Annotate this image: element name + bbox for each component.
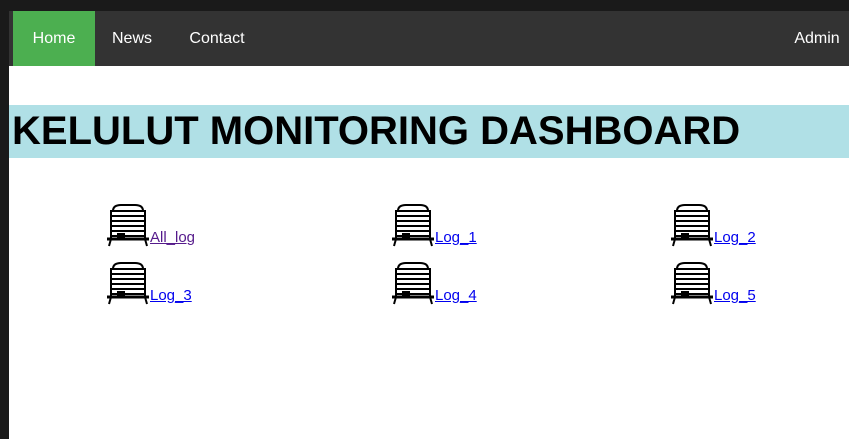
beehive-icon	[107, 204, 149, 247]
nav-admin-link[interactable]: Admin	[787, 11, 847, 66]
log-link-4[interactable]: Log_4	[435, 287, 477, 304]
log-link-all[interactable]: All_log	[150, 229, 195, 246]
log-link-1[interactable]: Log_1	[435, 229, 477, 246]
beehive-icon	[392, 204, 434, 247]
top-navigation: Home News Contact Admin	[9, 11, 849, 66]
page-frame: Home News Contact Admin KELULUT MONITORI…	[0, 0, 849, 439]
nav-news-link[interactable]: News	[102, 11, 162, 66]
log-link-2[interactable]: Log_2	[714, 229, 756, 246]
log-item-all[interactable]: All_log	[105, 203, 265, 257]
beehive-icon	[671, 262, 713, 305]
log-link-5[interactable]: Log_5	[714, 287, 756, 304]
beehive-icon	[107, 262, 149, 305]
dashboard-banner: KELULUT MONITORING DASHBOARD	[9, 105, 849, 158]
log-item-4[interactable]: Log_4	[390, 261, 550, 315]
log-item-1[interactable]: Log_1	[390, 203, 550, 257]
log-item-5[interactable]: Log_5	[669, 261, 829, 315]
page-title: KELULUT MONITORING DASHBOARD	[12, 109, 741, 153]
nav-contact-link[interactable]: Contact	[172, 11, 262, 66]
log-item-3[interactable]: Log_3	[105, 261, 265, 315]
log-link-3[interactable]: Log_3	[150, 287, 192, 304]
log-item-2[interactable]: Log_2	[669, 203, 829, 257]
beehive-icon	[671, 204, 713, 247]
beehive-icon	[392, 262, 434, 305]
nav-home-link[interactable]: Home	[13, 11, 95, 66]
